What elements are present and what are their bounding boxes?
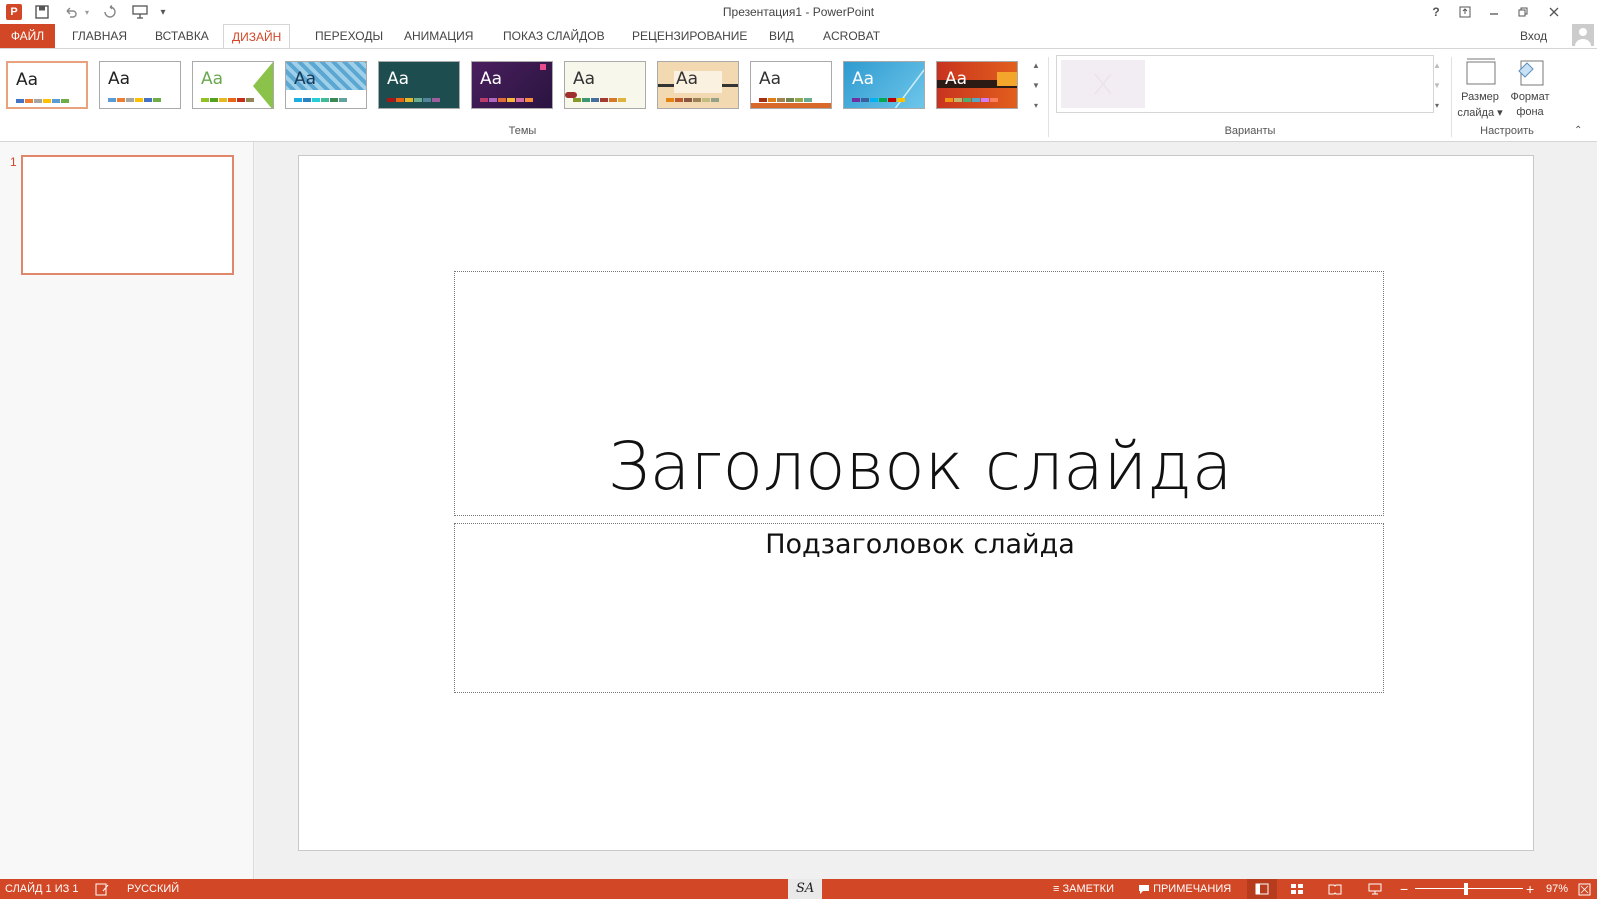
ribbon-tabs: ФАЙЛ ГЛАВНАЯ ВСТАВКА ДИЗАЙН ПЕРЕХОДЫ АНИ… bbox=[0, 24, 1597, 48]
themes-group-label: Темы bbox=[508, 125, 537, 137]
language-status[interactable]: РУССКИЙ bbox=[127, 879, 179, 899]
format-background-icon bbox=[1515, 57, 1547, 92]
themes-scroll-down-icon[interactable]: ▼ bbox=[1029, 77, 1043, 93]
window-title: Презентация1 - PowerPoint bbox=[722, 5, 875, 19]
theme-office-2013[interactable]: Aa bbox=[99, 61, 181, 109]
tab-slide-show[interactable]: ПОКАЗ СЛАЙДОВ bbox=[495, 24, 613, 48]
minimize-icon[interactable] bbox=[1481, 2, 1507, 22]
save-icon[interactable] bbox=[33, 3, 51, 21]
theme-organic[interactable]: Aa bbox=[564, 61, 646, 109]
customize-quick-access-icon[interactable]: ▾ bbox=[154, 3, 172, 21]
theme-ion-boardroom[interactable]: Aa bbox=[471, 61, 553, 109]
variants-scroll-down-icon[interactable]: ▼ bbox=[1430, 77, 1444, 93]
ribbon-design: Aa Aa Aa Aa Aa Aa Aa Aa Aa Aa Aa ▲ ▼ ▾ Т… bbox=[0, 48, 1597, 142]
tab-insert[interactable]: ВСТАВКА bbox=[147, 24, 217, 48]
slide-thumbnails-pane: 1 bbox=[0, 142, 254, 879]
theme-berlin[interactable]: Aa bbox=[936, 61, 1018, 109]
theme-office[interactable]: Aa bbox=[6, 61, 88, 109]
tab-file[interactable]: ФАЙЛ bbox=[0, 24, 55, 48]
slide-size-button[interactable]: Размер слайда ▾ bbox=[1455, 53, 1505, 121]
theme-pattern-blue[interactable]: Aa bbox=[285, 61, 367, 109]
help-button[interactable]: ? bbox=[1423, 2, 1449, 22]
subtitle-placeholder[interactable]: Подзаголовок слайда bbox=[454, 523, 1384, 693]
variant-placeholder[interactable] bbox=[1061, 60, 1145, 108]
zoom-in-icon[interactable]: + bbox=[1526, 879, 1534, 899]
slide-sorter-view-icon[interactable] bbox=[1290, 879, 1304, 899]
present-icon[interactable] bbox=[131, 3, 149, 21]
tab-review[interactable]: РЕЦЕНЗИРОВАНИЕ bbox=[624, 24, 755, 48]
status-bar: СЛАЙД 1 ИЗ 1 РУССКИЙ SA ≡ ЗАМЕТКИ ПРИМЕЧ… bbox=[0, 879, 1597, 899]
tab-view[interactable]: ВИД bbox=[761, 24, 802, 48]
slide-canvas[interactable]: Заголовок слайда Подзаголовок слайда bbox=[298, 155, 1534, 851]
powerpoint-app-icon[interactable]: P bbox=[5, 3, 23, 21]
tab-acrobat[interactable]: ACROBAT bbox=[815, 24, 888, 48]
themes-more-icon[interactable]: ▾ bbox=[1029, 97, 1043, 113]
format-background-button[interactable]: Формат фона bbox=[1505, 53, 1555, 121]
redo-icon[interactable] bbox=[101, 3, 119, 21]
variants-scroll-up-icon[interactable]: ▲ bbox=[1430, 57, 1444, 73]
center-status-mark: SA bbox=[788, 879, 823, 899]
customize-group-label: Настроить bbox=[1480, 125, 1534, 137]
undo-dropdown-icon[interactable]: ▾ bbox=[78, 3, 96, 21]
tab-transitions[interactable]: ПЕРЕХОДЫ bbox=[307, 24, 391, 48]
theme-wisp-blue[interactable]: Aa bbox=[843, 61, 925, 109]
user-avatar-icon[interactable] bbox=[1572, 24, 1594, 46]
slide-size-icon bbox=[1465, 57, 1497, 92]
restore-icon[interactable] bbox=[1510, 2, 1536, 22]
variants-group-label: Варианты bbox=[1224, 125, 1276, 137]
sign-in-link[interactable]: Вход bbox=[1520, 29, 1547, 43]
thumbnail-number: 1 bbox=[10, 155, 17, 169]
themes-scroll-up-icon[interactable]: ▲ bbox=[1029, 57, 1043, 73]
zoom-out-icon[interactable]: − bbox=[1400, 879, 1408, 899]
theme-slice[interactable]: Aa bbox=[750, 61, 832, 109]
spell-check-icon[interactable] bbox=[95, 879, 109, 899]
theme-facet[interactable]: Aa bbox=[192, 61, 274, 109]
group-separator bbox=[1048, 57, 1049, 137]
normal-view-icon[interactable] bbox=[1247, 879, 1277, 899]
reading-view-icon[interactable] bbox=[1328, 879, 1342, 899]
slide-thumbnail[interactable] bbox=[21, 155, 234, 275]
slide-info-status[interactable]: СЛАЙД 1 ИЗ 1 bbox=[5, 879, 78, 899]
zoom-slider-thumb[interactable] bbox=[1464, 883, 1468, 895]
close-icon[interactable] bbox=[1541, 2, 1567, 22]
tab-animations[interactable]: АНИМАЦИЯ bbox=[396, 24, 481, 48]
slide-show-view-icon[interactable] bbox=[1368, 879, 1382, 899]
notes-button[interactable]: ≡ ЗАМЕТКИ bbox=[1053, 879, 1114, 899]
variants-more-icon[interactable]: ▾ bbox=[1430, 97, 1444, 113]
zoom-level[interactable]: 97% bbox=[1546, 879, 1568, 899]
slide-subtitle[interactable]: Подзаголовок слайда bbox=[455, 529, 1385, 560]
variants-gallery bbox=[1056, 55, 1434, 113]
slide-title[interactable]: Заголовок слайда bbox=[455, 428, 1385, 505]
theme-retrospect[interactable]: Aa bbox=[657, 61, 739, 109]
collapse-ribbon-icon[interactable]: ⌃ bbox=[1574, 125, 1582, 136]
title-bar: Презентация1 - PowerPoint P ▾ ▾ ? bbox=[0, 0, 1597, 24]
fit-to-window-icon[interactable] bbox=[1578, 879, 1591, 899]
comments-button[interactable]: ПРИМЕЧАНИЯ bbox=[1138, 879, 1231, 899]
theme-ion[interactable]: Aa bbox=[378, 61, 460, 109]
title-placeholder[interactable]: Заголовок слайда bbox=[454, 271, 1384, 516]
ribbon-display-options-icon[interactable] bbox=[1452, 2, 1478, 22]
tab-design[interactable]: ДИЗАЙН bbox=[223, 24, 291, 48]
zoom-slider-track[interactable] bbox=[1415, 888, 1523, 889]
tab-home[interactable]: ГЛАВНАЯ bbox=[64, 24, 135, 48]
